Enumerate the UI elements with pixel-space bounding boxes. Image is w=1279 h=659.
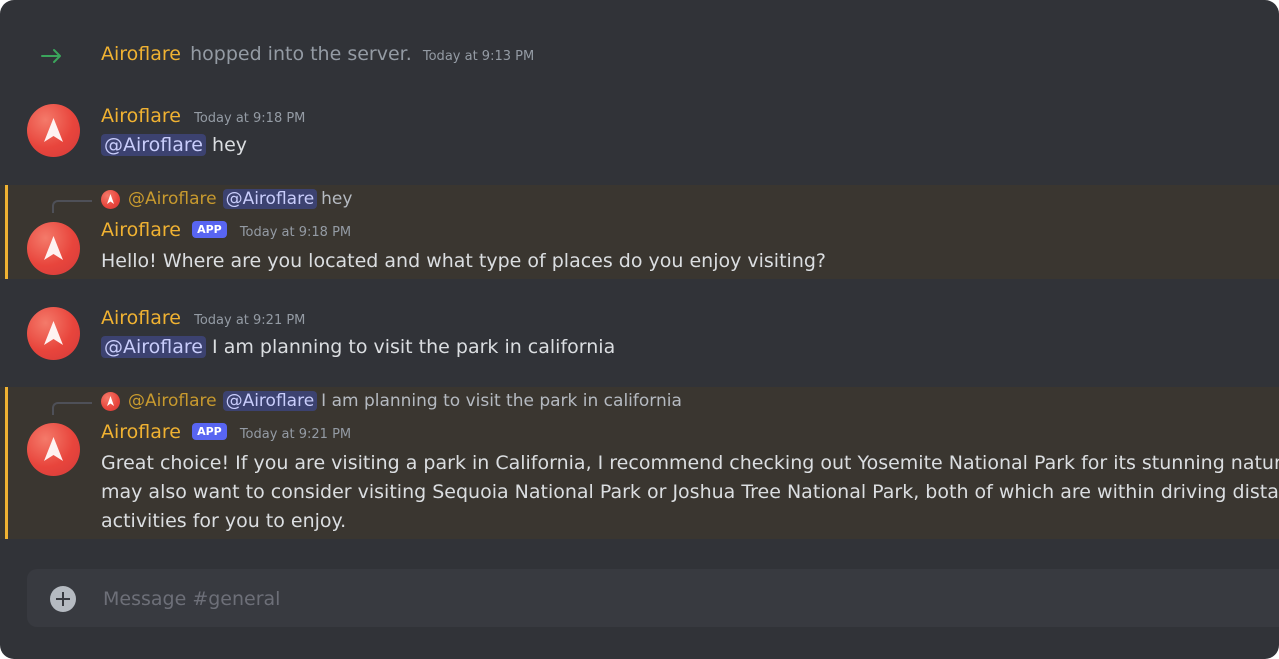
username[interactable]: Airoflare (101, 219, 181, 241)
avatar[interactable] (27, 222, 80, 275)
timestamp: Today at 9:21 PM (194, 313, 306, 328)
username[interactable]: Airoflare (101, 421, 181, 443)
reply-preview[interactable]: @Airoflare @Airoflare hey (101, 189, 352, 209)
avatar[interactable] (27, 104, 80, 157)
airoflare-logo-icon (44, 321, 63, 345)
reply-preview[interactable]: @Airoflare @Airoflare I am planning to v… (101, 391, 682, 411)
message-1: Airoflare Today at 9:18 PM @Airoflare he… (0, 96, 1279, 168)
message-text-line-3: activities for you to enjoy. (101, 510, 347, 532)
reply-avatar (101, 189, 120, 209)
system-text: hopped into the server. (190, 43, 412, 65)
message-text: I am planning to visit the park in calif… (212, 336, 616, 358)
airoflare-logo-icon (107, 193, 114, 204)
reply-mention[interactable]: @Airoflare (222, 391, 318, 411)
reply-author[interactable]: @Airoflare (128, 391, 217, 411)
system-timestamp: Today at 9:13 PM (422, 49, 535, 64)
airoflare-logo-icon (44, 437, 63, 461)
reply-mention[interactable]: @Airoflare (222, 189, 318, 209)
message-text-line-2: may also want to consider visiting Sequo… (101, 481, 1279, 503)
join-arrow-icon (40, 44, 64, 72)
message-text-line-1: Great choice! If you are visiting a park… (101, 452, 1279, 474)
username[interactable]: Airoflare (101, 307, 181, 329)
avatar[interactable] (27, 423, 80, 476)
airoflare-logo-icon (44, 118, 63, 142)
chat-window: Airoflare hopped into the server. Today … (0, 0, 1279, 659)
app-badge: APP (192, 423, 227, 440)
reply-text: hey (321, 189, 353, 209)
mention[interactable]: @Airoflare (101, 336, 206, 358)
message-text: Hello! Where are you located and what ty… (101, 250, 827, 272)
reply-spine (52, 200, 92, 213)
airoflare-logo-icon (107, 395, 114, 406)
add-attachment-icon[interactable] (50, 586, 76, 612)
app-badge: APP (192, 221, 227, 238)
reply-spine (52, 402, 92, 415)
reply-author[interactable]: @Airoflare (128, 189, 217, 209)
message-input[interactable] (101, 569, 1279, 629)
timestamp: Today at 9:21 PM (239, 427, 352, 442)
username[interactable]: Airoflare (101, 105, 181, 127)
message-3: Airoflare Today at 9:21 PM @Airoflare I … (0, 298, 1279, 370)
avatar[interactable] (27, 307, 80, 360)
reply-text: I am planning to visit the park in calif… (321, 391, 682, 411)
airoflare-logo-icon (44, 236, 63, 260)
system-join-message: Airoflare hopped into the server. Today … (0, 36, 1279, 76)
reply-avatar (101, 391, 120, 411)
message-4-reply: @Airoflare @Airoflare I am planning to v… (0, 387, 1279, 539)
timestamp: Today at 9:18 PM (194, 111, 306, 126)
message-text: hey (212, 134, 248, 156)
timestamp: Today at 9:18 PM (239, 225, 352, 240)
mention[interactable]: @Airoflare (101, 134, 206, 156)
message-composer (27, 569, 1279, 629)
message-2-reply: @Airoflare @Airoflare hey Airoflare APP … (0, 185, 1279, 279)
system-username[interactable]: Airoflare (101, 43, 181, 65)
